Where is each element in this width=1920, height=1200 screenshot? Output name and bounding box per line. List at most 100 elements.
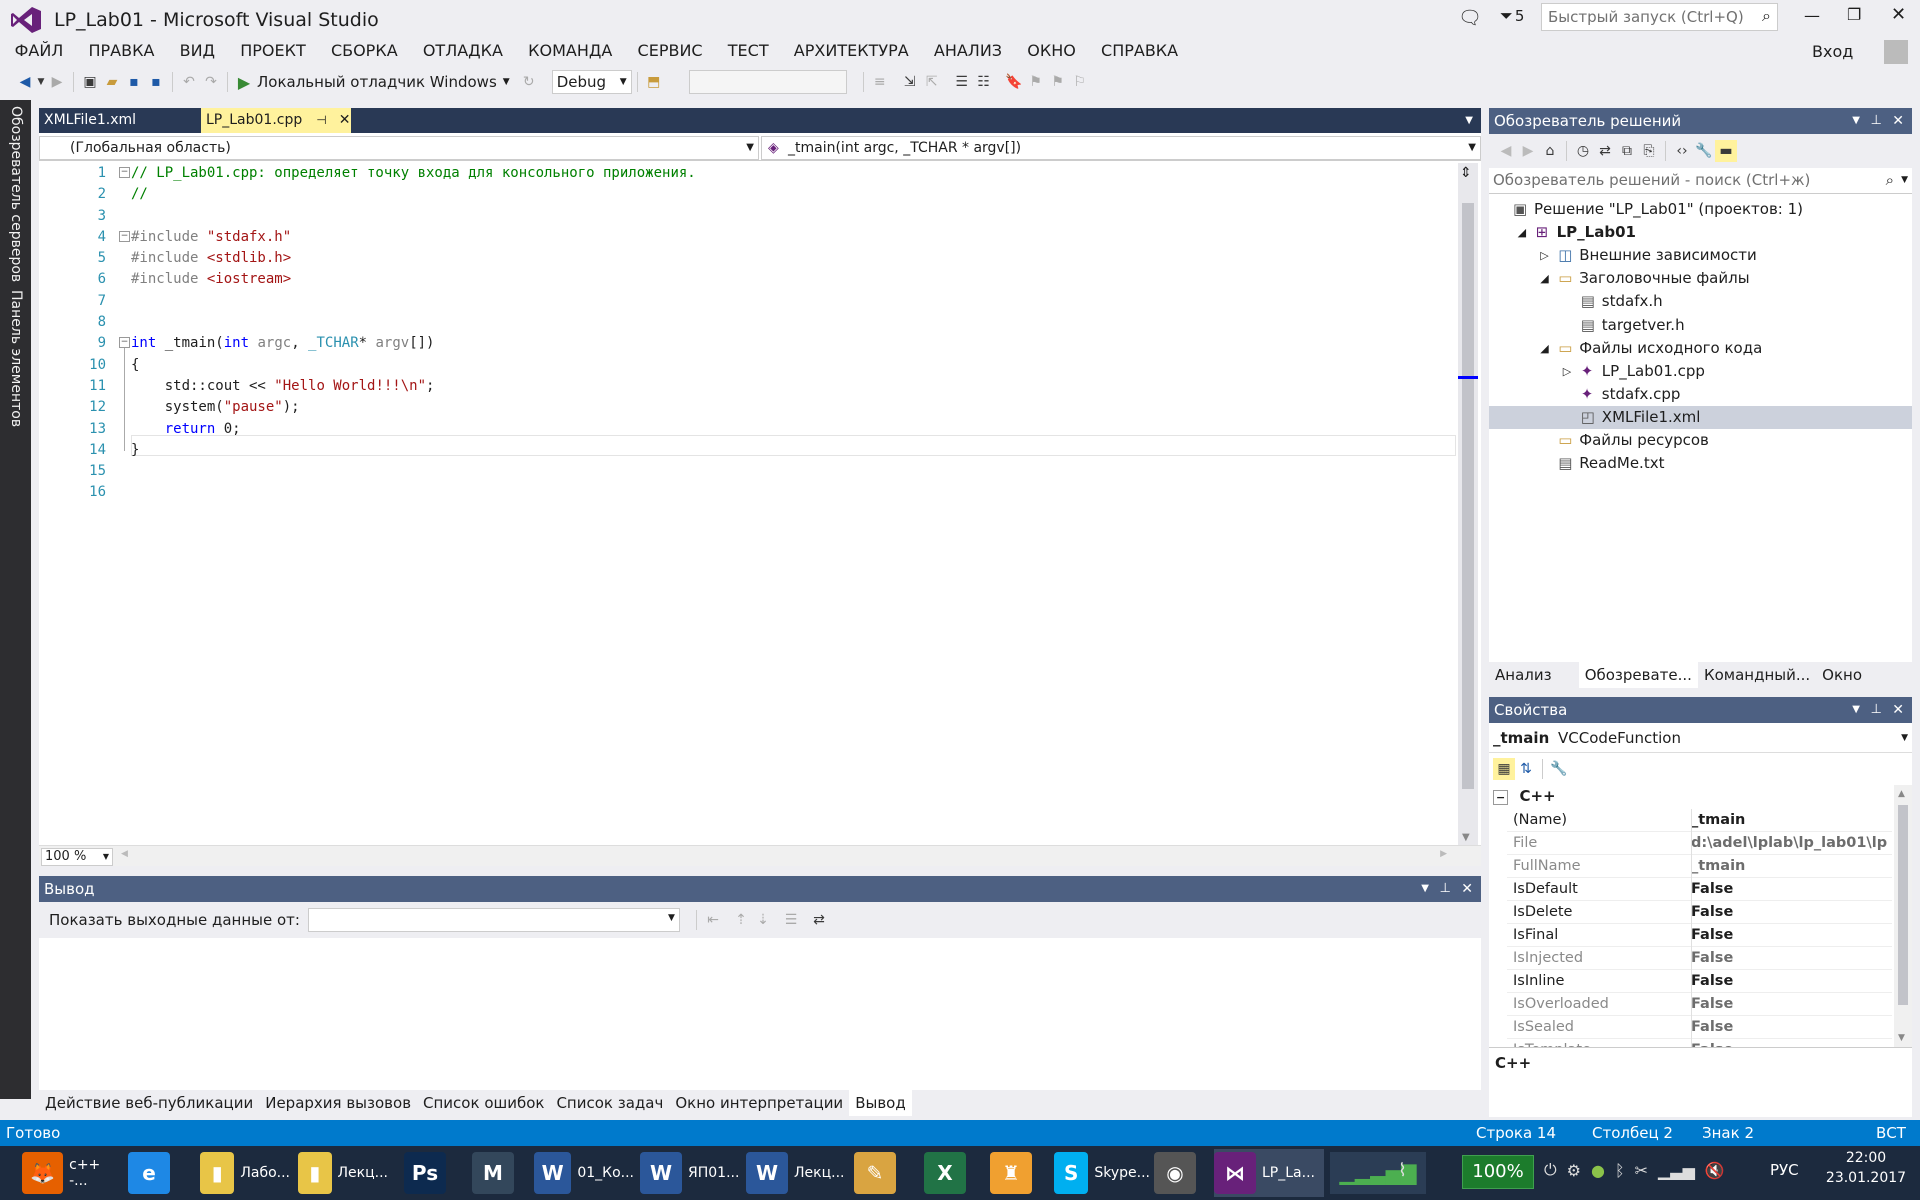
menu-debug[interactable]: ОТЛАДКА: [410, 39, 515, 63]
scope-dropdown[interactable]: (Глобальная область) ▼: [39, 136, 759, 160]
menu-window[interactable]: ОКНО: [1015, 39, 1089, 63]
property-row[interactable]: IsFinal False: [1507, 924, 1892, 947]
code-line[interactable]: // LP_Lab01.cpp: определяет точку входа …: [131, 163, 1456, 184]
solution-tree-item[interactable]: ◢ ▭ Заголовочные файлы: [1489, 267, 1912, 290]
code-line[interactable]: }: [131, 440, 1456, 461]
taskbar-app[interactable]: ◉: [1154, 1149, 1210, 1197]
zoom-dropdown[interactable]: 100 % ▼: [41, 848, 113, 866]
input-language[interactable]: РУС: [1770, 1161, 1799, 1179]
close-icon[interactable]: ✕: [1892, 697, 1904, 723]
collapse-arrow-icon[interactable]: ◢: [1518, 221, 1526, 244]
chevron-down-icon[interactable]: ▼: [1421, 876, 1429, 902]
bluetooth-icon[interactable]: ᛒ: [1615, 1161, 1625, 1180]
property-value[interactable]: False: [1691, 924, 1887, 947]
code-line[interactable]: //: [131, 184, 1456, 205]
taskbar-app[interactable]: Ps: [404, 1149, 464, 1197]
solution-tree-item[interactable]: ▷ ✦ LP_Lab01.cpp: [1489, 360, 1912, 383]
chevron-down-icon[interactable]: ▼: [1852, 108, 1860, 134]
close-icon[interactable]: ✕: [1892, 108, 1904, 134]
categorized-icon[interactable]: ▦: [1493, 758, 1515, 780]
forward-icon[interactable]: ▶: [46, 71, 68, 93]
property-value[interactable]: False: [1691, 947, 1887, 970]
taskbar-app[interactable]: W 01_Ко...: [534, 1149, 634, 1197]
property-column-divider[interactable]: [1691, 809, 1692, 1047]
collapse-arrow-icon[interactable]: ◢: [1540, 337, 1548, 360]
solution-tree-item[interactable]: ▭ Файлы ресурсов: [1489, 429, 1912, 452]
close-icon[interactable]: ✕: [1461, 876, 1473, 902]
find-message-icon[interactable]: ⇤: [702, 909, 724, 931]
close-button[interactable]: ✕: [1891, 4, 1906, 25]
property-row[interactable]: IsTemplate False: [1507, 1039, 1892, 1047]
menu-build[interactable]: СБОРКА: [318, 39, 410, 63]
tab-xmlfile1[interactable]: XMLFile1.xml: [39, 108, 189, 133]
solution-config-dropdown[interactable]: Debug ▼: [551, 70, 632, 94]
solution-tree-item[interactable]: ▤ ReadMe.txt: [1489, 452, 1912, 475]
solution-tree-item[interactable]: ◰ XMLFile1.xml: [1489, 405, 1912, 429]
solution-tree-item[interactable]: ◢ ▭ Файлы исходного кода: [1489, 337, 1912, 360]
property-row[interactable]: IsOverloaded False: [1507, 993, 1892, 1016]
output-source-dropdown[interactable]: ▼: [307, 908, 680, 932]
chevron-down-icon[interactable]: ▼: [503, 77, 510, 87]
code-line[interactable]: [131, 206, 1456, 227]
code-line[interactable]: [131, 291, 1456, 312]
tools-icon[interactable]: ✂: [1635, 1161, 1648, 1180]
pending-changes-filter-icon[interactable]: ◷: [1572, 140, 1594, 162]
code-line[interactable]: int _tmain(int argc, _TCHAR* argv[]): [131, 333, 1456, 354]
pin-icon[interactable]: ⊥: [1871, 108, 1882, 134]
indent-icon[interactable]: ☷: [973, 71, 995, 93]
collapse-all-icon[interactable]: ⧉: [1616, 140, 1638, 162]
notifications-button[interactable]: ⏷ 5: [1500, 6, 1524, 26]
property-grid-scrollbar[interactable]: ▲ ▼: [1894, 785, 1912, 1047]
collapse-region-icon[interactable]: −: [119, 167, 130, 178]
member-dropdown[interactable]: ◈ _tmain(int argc, _TCHAR * argv[]) ▼: [761, 136, 1481, 160]
property-row[interactable]: IsSealed False: [1507, 1016, 1892, 1039]
back-icon[interactable]: ◀: [14, 71, 36, 93]
property-row[interactable]: IsDelete False: [1507, 901, 1892, 924]
collapse-icon[interactable]: −: [1493, 790, 1509, 805]
collapse-region-icon[interactable]: −: [119, 337, 130, 348]
menu-help[interactable]: СПРАВКА: [1088, 39, 1190, 63]
taskbar-app[interactable]: e: [128, 1149, 188, 1197]
property-row[interactable]: IsInjected False: [1507, 947, 1892, 970]
code-line[interactable]: #include "stdafx.h": [131, 227, 1456, 248]
split-editor-icon[interactable]: ⇕: [1460, 165, 1472, 181]
code-line[interactable]: return 0;: [131, 419, 1456, 440]
next-message-icon[interactable]: ⇣: [752, 909, 774, 931]
view-code-icon[interactable]: ‹›: [1671, 140, 1693, 162]
menu-project[interactable]: ПРОЕКТ: [228, 39, 319, 63]
tab-output[interactable]: Вывод: [849, 1090, 912, 1116]
code-line[interactable]: #include <stdlib.h>: [131, 248, 1456, 269]
tab-solution-explorer[interactable]: Обозревате...: [1578, 662, 1698, 688]
gear-icon[interactable]: ⚙: [1567, 1161, 1581, 1180]
scroll-down-icon[interactable]: ▼: [1462, 832, 1470, 843]
restore-button[interactable]: ❐: [1847, 5, 1861, 24]
property-value[interactable]: False: [1691, 970, 1887, 993]
back-icon[interactable]: ◀: [1495, 140, 1517, 162]
solution-tree-item[interactable]: ▷ ◫ Внешние зависимости: [1489, 244, 1912, 267]
menu-edit[interactable]: ПРАВКА: [76, 39, 167, 63]
server-explorer-tab[interactable]: Обозреватель серверов: [8, 106, 24, 282]
find-in-files-icon[interactable]: ⬒: [643, 71, 665, 93]
bookmark-icon[interactable]: 🔖: [1003, 71, 1025, 93]
taskbar-app[interactable]: 🦊 c++ -...: [22, 1149, 122, 1197]
prev-bookmark-icon[interactable]: ⚑: [1025, 71, 1047, 93]
taskbar-app[interactable]: W Лекц...: [746, 1149, 846, 1197]
tab-code-analysis[interactable]: Анализ кода: [1489, 662, 1579, 710]
tab-call-hierarchy[interactable]: Иерархия вызовов: [259, 1090, 417, 1116]
property-value[interactable]: False: [1691, 1016, 1887, 1039]
tab-web-publish[interactable]: Действие веб-публикации: [39, 1090, 259, 1116]
redo-icon[interactable]: ↷: [200, 71, 222, 93]
power-icon[interactable]: ⏻: [1544, 1160, 1557, 1180]
open-file-icon[interactable]: ▰: [101, 71, 123, 93]
solution-tree-item[interactable]: ▤ stdafx.h: [1489, 290, 1912, 313]
wifi-icon[interactable]: ⌇: [1398, 1160, 1407, 1181]
network-monitor-icon[interactable]: ▁▂▃▅▇: [1330, 1152, 1426, 1194]
expand-arrow-icon[interactable]: ▷: [1563, 360, 1571, 383]
property-value[interactable]: False: [1691, 878, 1887, 901]
signal-icon[interactable]: ▁▃▅: [1658, 1161, 1695, 1180]
property-value[interactable]: False: [1691, 901, 1887, 924]
undo-icon[interactable]: ↶: [178, 71, 200, 93]
menu-analyze[interactable]: АНАЛИЗ: [921, 39, 1014, 63]
prev-message-icon[interactable]: ⇡: [730, 909, 752, 931]
solution-tree-item[interactable]: ▤ targetver.h: [1489, 314, 1912, 337]
